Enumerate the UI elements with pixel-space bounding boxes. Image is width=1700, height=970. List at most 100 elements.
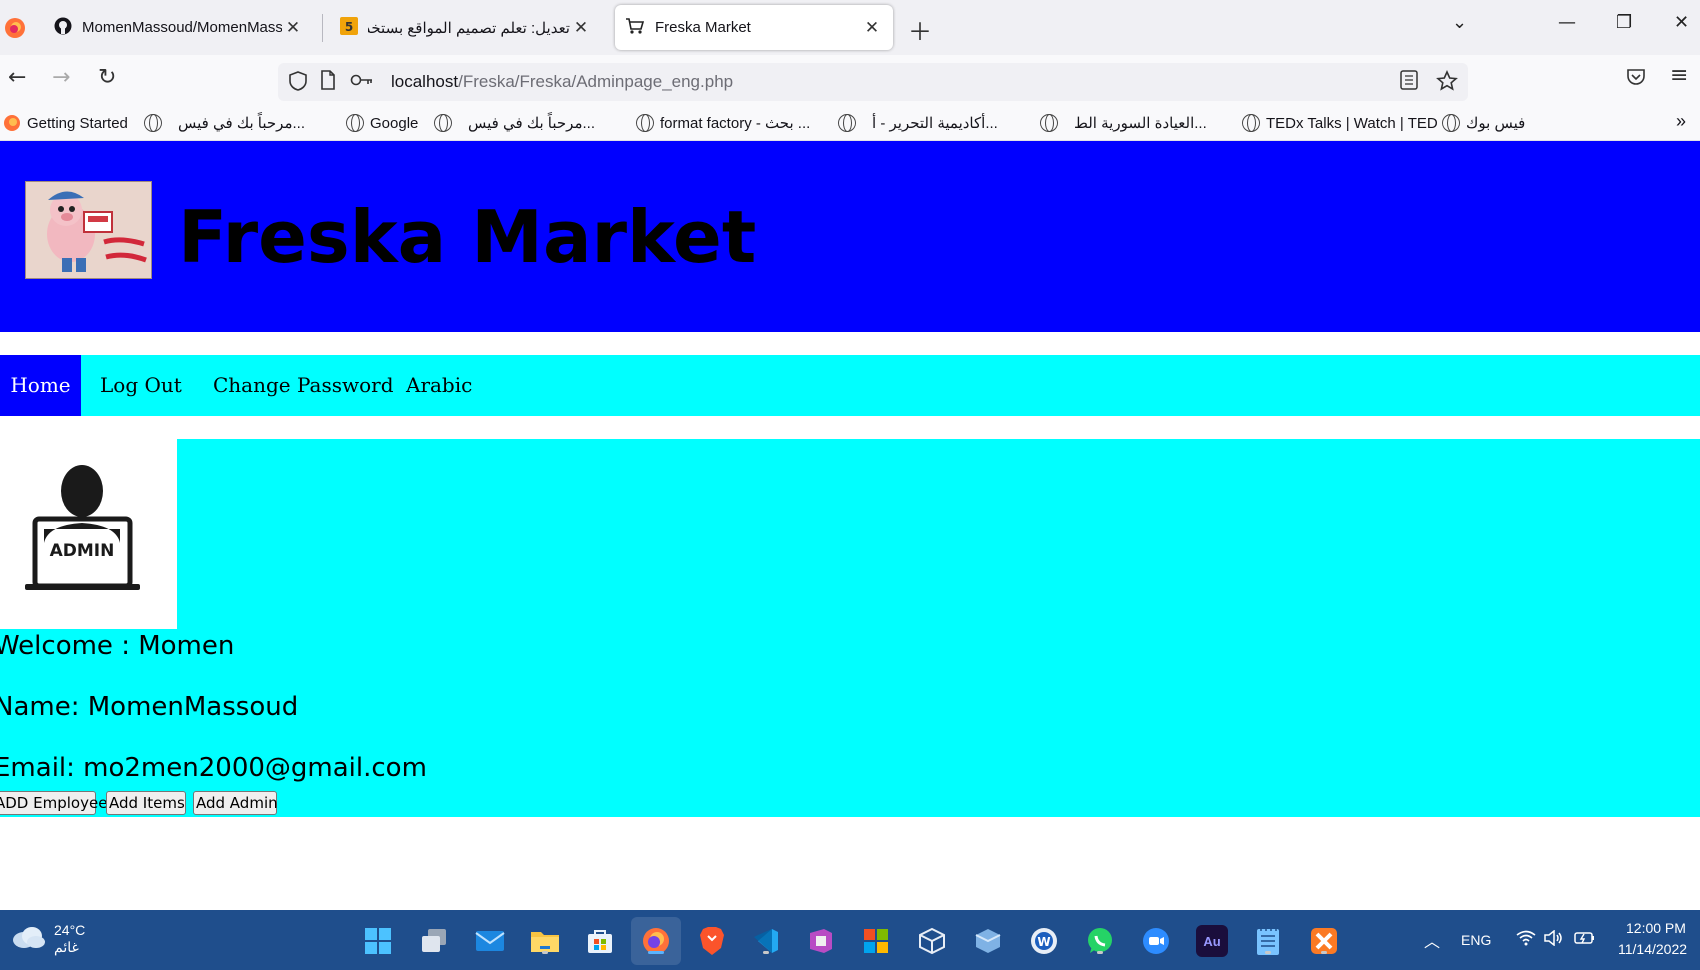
mail-icon[interactable] [474,925,506,957]
minimize-icon[interactable]: — [1558,12,1576,33]
zoom-icon[interactable] [1140,925,1172,957]
globe-icon [434,114,452,132]
menu-item-home[interactable]: Home [0,355,81,416]
running-indicator [1321,951,1327,954]
tab-arabic-course[interactable]: 5 تعديل: تعلم تصميم المواقع بستخدام ✕ [330,5,602,50]
pocket-icon[interactable] [1626,67,1646,92]
forward-icon[interactable]: → [52,65,70,90]
add-items-button[interactable]: Add Items [106,791,186,815]
bookmark-star-icon[interactable] [1436,70,1458,97]
tab-title: Freska Market [655,19,751,36]
weather-temp: 24°C [54,922,86,938]
brave-icon[interactable] [696,925,728,957]
taskbar: 24°C غائم W Au ︿ ENG 12:00 PM 11/14/2022 [0,910,1700,970]
close-window-icon[interactable]: ✕ [1674,12,1689,33]
page-info-icon[interactable] [320,70,336,95]
main-menu: Home Log Out Change Password Arabic [0,355,1700,416]
add-admin-button[interactable]: Add Admin [193,791,278,815]
bookmark-label: Getting Started [27,115,128,132]
show-hidden-icons[interactable]: ︿ [1424,928,1440,952]
profile-panel: ADMIN Welcome : Momen Name: MomenMassoud… [0,439,1700,817]
bookmark-label: العيادة السورية الط... [1074,115,1207,132]
weather-condition: غائم [54,939,79,955]
office-apps-icon[interactable] [860,925,892,957]
bookmark-label: فيس بوك [1466,115,1526,132]
bookmark-item[interactable]: Getting Started [3,114,128,136]
bookmark-item[interactable]: فيس بوك [1442,114,1525,132]
name-text: Name: MomenMassoud [0,692,299,722]
site-header: Freska Market [0,141,1700,332]
svg-text:5: 5 [345,20,353,34]
bookmark-item[interactable]: أكاديمية التحرير - أ... [838,114,998,132]
menu-item-logout[interactable]: Log Out [92,355,190,416]
cloud-icon [10,924,46,955]
audition-icon[interactable]: Au [1196,925,1228,957]
bookmark-item[interactable]: العيادة السورية الط... [1040,114,1207,132]
bookmark-item[interactable]: TEDx Talks | Watch | TED [1242,114,1438,132]
add-employee-button[interactable]: ADD Employee [0,791,107,815]
office-icon[interactable] [805,925,837,957]
file-explorer-icon[interactable] [529,925,561,957]
word-icon[interactable]: W [1028,925,1060,957]
running-indicator [1265,951,1271,954]
admin-avatar: ADMIN [0,439,177,629]
windows-start-icon[interactable] [362,925,394,957]
clock-date[interactable]: 11/14/2022 [1618,941,1687,957]
bookmark-label: أكاديمية التحرير - أ... [872,115,998,132]
github-icon [54,17,72,39]
globe-icon [1242,114,1260,132]
site-logo [25,181,152,279]
wifi-icon[interactable] [1516,930,1536,949]
cart-icon [625,17,645,39]
virtualbox-icon[interactable] [972,925,1004,957]
battery-icon[interactable] [1574,930,1596,949]
new-tab-icon[interactable]: ＋ [908,12,932,47]
menu-icon[interactable]: ≡ [1670,63,1688,88]
web-page: Freska Market Home Log Out Change Passwo… [0,141,1700,910]
back-icon[interactable]: ← [8,65,26,90]
shield-icon[interactable] [288,70,308,97]
bookmark-item[interactable]: format factory - بحث ... [636,114,810,132]
close-tab-icon[interactable]: ✕ [861,18,883,38]
volume-icon[interactable] [1544,929,1564,949]
tab-title: تعديل: تعلم تصميم المواقع بستخدام [368,19,570,37]
avatar-label: ADMIN [50,541,115,561]
url-host: localhost [391,72,459,91]
bookmark-item[interactable]: مرحباً بك في فيس... [144,114,305,132]
firefox-view-icon[interactable] [0,10,30,46]
3d-box-icon[interactable] [916,925,948,957]
key-icon[interactable] [350,70,374,95]
vs-code-icon[interactable] [750,925,782,957]
firefox-icon[interactable] [640,925,672,957]
tab-freska-market[interactable]: Freska Market ✕ [615,5,893,50]
more-bookmarks-icon[interactable]: » [1676,111,1686,132]
whatsapp-icon[interactable] [1084,925,1116,957]
list-tabs-icon[interactable]: ⌄ [1452,12,1467,33]
weather-widget[interactable]: 24°C غائم [10,922,85,956]
close-tab-icon[interactable]: ✕ [570,18,592,38]
reload-icon[interactable]: ↻ [98,65,116,90]
url-bar[interactable]: localhost/Freska/Freska/Adminpage_eng.ph… [278,63,1468,101]
globe-icon [144,114,162,132]
task-view-icon[interactable] [418,925,450,957]
xampp-icon[interactable] [1308,925,1340,957]
site-title: Freska Market [178,195,757,279]
store-icon[interactable] [584,925,616,957]
bookmark-item[interactable]: مرحباً بك في فيس... [434,114,595,132]
menu-item-arabic[interactable]: Arabic [398,355,480,416]
globe-icon [1442,114,1460,132]
language-indicator[interactable]: ENG [1461,932,1491,948]
tab-github[interactable]: MomenMassoud/MomenMassoud ✕ [44,5,314,50]
notepad-icon[interactable] [1252,925,1284,957]
bookmark-item[interactable]: Google [346,114,418,132]
clock-time[interactable]: 12:00 PM [1626,920,1686,936]
menu-item-change-password[interactable]: Change Password [205,355,402,416]
navigation-bar: ← → ↻ localhost/Freska/Freska/Adminpage_… [0,55,1700,107]
bookmark-label: مرحباً بك في فيس... [468,115,596,132]
url-path: /Freska/Freska/Adminpage_eng.php [458,72,734,91]
url-text[interactable]: localhost/Freska/Freska/Adminpage_eng.ph… [391,72,733,92]
restore-icon[interactable]: ❐ [1616,12,1632,33]
close-tab-icon[interactable]: ✕ [282,18,304,38]
globe-icon [838,114,856,132]
reader-view-icon[interactable] [1400,70,1418,95]
